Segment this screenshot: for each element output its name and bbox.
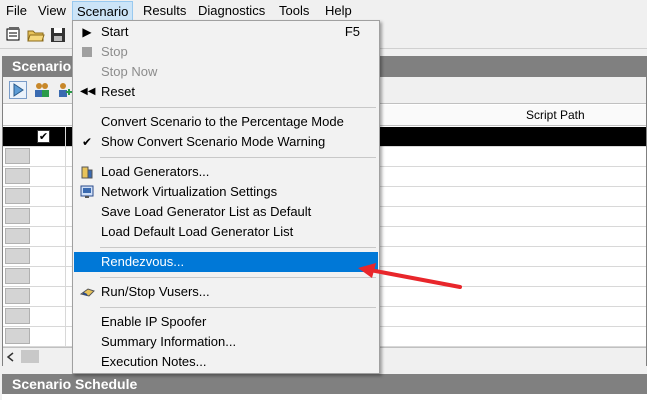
row-checkbox-cell[interactable]: ✔: [31, 127, 66, 146]
menu-item-label: Network Virtualization Settings: [101, 184, 278, 199]
menu-item-summary-information[interactable]: Summary Information...: [74, 332, 378, 352]
row-checkbox-cell[interactable]: [31, 167, 66, 186]
menu-bar: File View Scenario Results Diagnostics T…: [0, 0, 647, 22]
row-header[interactable]: [5, 268, 30, 284]
new-scenario-icon[interactable]: [5, 26, 23, 43]
row-checkbox-cell[interactable]: [31, 287, 66, 306]
menu-tools[interactable]: Tools: [275, 3, 313, 19]
menu-item-label: Load Generators...: [101, 164, 210, 179]
menu-item-label: Convert Scenario to the Percentage Mode: [101, 114, 344, 129]
menu-item-label: Summary Information...: [101, 334, 237, 349]
row-header[interactable]: [5, 148, 30, 164]
menu-results[interactable]: Results: [139, 3, 190, 19]
menu-item-load-generators[interactable]: Load Generators...: [74, 162, 378, 182]
menu-scenario[interactable]: Scenario: [72, 1, 134, 22]
menu-item-label: Stop: [101, 44, 128, 59]
row-header[interactable]: [5, 248, 30, 264]
menu-separator: [100, 307, 376, 308]
row-header[interactable]: [5, 128, 30, 144]
scenario-schedule-body: [2, 394, 647, 400]
menu-item-label: Start: [101, 24, 129, 39]
row-checkbox-cell[interactable]: [31, 327, 66, 346]
row-header[interactable]: [5, 188, 30, 204]
menu-item-enable-ip-spoofer[interactable]: Enable IP Spoofer: [74, 312, 378, 332]
menu-item-label: Run/Stop Vusers...: [101, 284, 210, 299]
menu-item-label: Load Default Load Generator List: [101, 224, 294, 239]
row-checkbox-cell[interactable]: [31, 187, 66, 206]
menu-separator: [100, 277, 376, 278]
menu-item-stop-now[interactable]: Stop Now: [74, 62, 378, 82]
menu-item-stop[interactable]: Stop: [74, 42, 378, 62]
play-icon[interactable]: [9, 81, 27, 99]
scenario-dropdown-menu: ▶ Start F5 Stop Stop Now ◀◀ Reset Conver…: [72, 20, 380, 374]
menu-separator: [100, 157, 376, 158]
scenario-schedule-title: Scenario Schedule: [2, 374, 647, 394]
row-checkbox[interactable]: ✔: [37, 130, 50, 143]
checkmark-icon: ✔: [81, 135, 93, 149]
menu-item-label: Enable IP Spoofer: [101, 314, 207, 329]
menu-item-rendezvous[interactable]: Rendezvous...: [74, 252, 378, 272]
menu-item-start[interactable]: ▶ Start F5: [74, 22, 378, 42]
red-arrow-annotation: [358, 263, 462, 289]
menu-item-convert-percentage[interactable]: Convert Scenario to the Percentage Mode: [74, 112, 378, 132]
load-generator-icon: [80, 165, 94, 179]
save-icon[interactable]: [49, 26, 67, 43]
menu-separator: [100, 107, 376, 108]
row-checkbox-cell[interactable]: [31, 147, 66, 166]
menu-item-reset[interactable]: ◀◀ Reset: [74, 82, 378, 102]
shortcut-label: F5: [344, 24, 360, 39]
menu-item-execution-notes[interactable]: Execution Notes...: [74, 352, 378, 372]
menu-item-label: Show Convert Scenario Mode Warning: [101, 134, 326, 149]
menu-item-show-convert-warning[interactable]: ✔ Show Convert Scenario Mode Warning: [74, 132, 378, 152]
menu-diagnostics[interactable]: Diagnostics: [194, 3, 269, 19]
scroll-thumb[interactable]: [21, 350, 39, 363]
row-header[interactable]: [5, 208, 30, 224]
menu-item-load-default-lg-list[interactable]: Load Default Load Generator List: [74, 222, 378, 242]
menu-item-label: Save Load Generator List as Default: [101, 204, 312, 219]
row-checkbox-cell[interactable]: [31, 247, 66, 266]
chevron-left-icon[interactable]: [5, 351, 17, 363]
menu-separator: [100, 247, 376, 248]
column-header-script-path[interactable]: Script Path: [526, 108, 585, 122]
menu-item-run-stop-vusers[interactable]: Run/Stop Vusers...: [74, 282, 378, 302]
vusers-icon[interactable]: [33, 81, 51, 99]
row-checkbox-cell[interactable]: [31, 267, 66, 286]
menu-item-label: Stop Now: [101, 64, 158, 79]
network-icon: [80, 185, 94, 199]
menu-item-label: Reset: [101, 84, 135, 99]
menu-item-network-virtualization[interactable]: Network Virtualization Settings: [74, 182, 378, 202]
run-stop-vusers-icon: [79, 285, 95, 299]
play-icon: ▶: [82, 25, 92, 39]
open-folder-icon[interactable]: [27, 26, 45, 43]
menu-item-save-lg-list[interactable]: Save Load Generator List as Default: [74, 202, 378, 222]
row-checkbox-cell[interactable]: [31, 207, 66, 226]
menu-file[interactable]: File: [2, 3, 31, 19]
row-header[interactable]: [5, 228, 30, 244]
row-header[interactable]: [5, 328, 30, 344]
row-checkbox-cell[interactable]: [31, 227, 66, 246]
menu-view[interactable]: View: [34, 3, 70, 19]
row-header[interactable]: [5, 308, 30, 324]
rewind-icon: ◀◀: [80, 86, 96, 97]
stop-icon: [80, 45, 94, 59]
row-header[interactable]: [5, 288, 30, 304]
menu-item-label: Rendezvous...: [101, 254, 185, 269]
row-header[interactable]: [5, 168, 30, 184]
menu-item-label: Execution Notes...: [101, 354, 207, 369]
row-checkbox-cell[interactable]: [31, 307, 66, 326]
menu-help[interactable]: Help: [321, 3, 356, 19]
